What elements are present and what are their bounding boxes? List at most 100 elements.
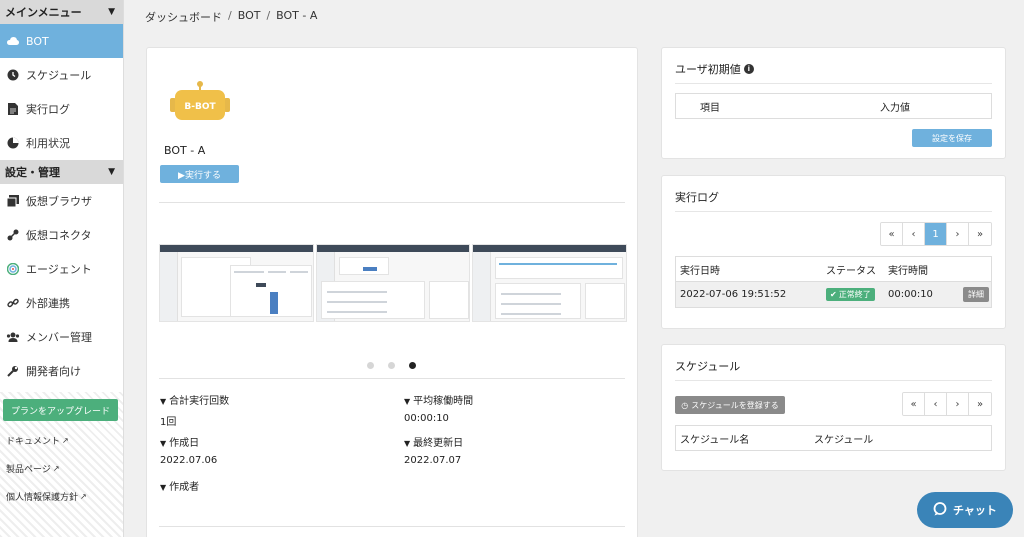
screenshot-carousel[interactable]	[159, 244, 628, 322]
column-header-date: 実行日時	[680, 265, 720, 277]
detail-button[interactable]: 詳細	[963, 287, 989, 302]
column-header-time: 実行時間	[888, 265, 928, 277]
column-header-item: 項目	[700, 102, 720, 114]
breadcrumb-dashboard[interactable]: ダッシュボード	[145, 9, 222, 25]
divider	[159, 378, 625, 379]
exec-log-pagination: « ‹ 1 › »	[880, 222, 992, 246]
check-circle-icon: ✔	[830, 290, 837, 299]
carousel-dot[interactable]	[367, 362, 374, 369]
bot-name: BOT - A	[164, 144, 206, 157]
breadcrumb-separator: /	[228, 9, 232, 22]
sidebar-item-label: メンバー管理	[26, 331, 92, 344]
status-badge: ✔ 正常終了	[826, 288, 875, 301]
register-schedule-label: スケジュールを登録する	[691, 400, 779, 410]
save-settings-button[interactable]: 設定を保存	[912, 129, 992, 147]
sidebar-section-settings-label: 設定・管理	[5, 166, 60, 179]
bot-logo-text: B-BOT	[184, 102, 216, 112]
pager-page-button[interactable]: 1	[925, 223, 947, 245]
run-bot-button[interactable]: ▶実行する	[160, 165, 239, 183]
stat-avg-time: ▼ 平均稼働時間 00:00:10	[404, 392, 473, 424]
connector-icon	[6, 228, 20, 242]
pager-first-button[interactable]: «	[881, 223, 903, 245]
caret-down-icon: ▼	[404, 397, 411, 406]
pager-last-button[interactable]: »	[969, 393, 991, 415]
divider	[159, 526, 625, 527]
sidebar-section-main[interactable]: メインメニュー ▼	[0, 0, 123, 24]
info-icon[interactable]: i	[743, 64, 754, 74]
sidebar-item-agent[interactable]: エージェント	[0, 252, 123, 286]
sidebar-item-members[interactable]: メンバー管理	[0, 320, 123, 354]
sidebar-section-settings[interactable]: 設定・管理 ▼	[0, 160, 123, 184]
privacy-policy-link[interactable]: 個人情報保護方針 ↗	[6, 490, 87, 503]
upgrade-plan-button[interactable]: プランをアップグレード	[3, 399, 118, 421]
user-defaults-panel: ユーザ初期値 i 項目 入力値 設定を保存	[661, 47, 1006, 159]
sidebar-item-virtual-browser[interactable]: 仮想ブラウザ	[0, 184, 123, 218]
chat-button[interactable]: チャット	[917, 492, 1013, 528]
log-time: 00:00:10	[888, 289, 933, 300]
carousel-slide	[472, 244, 628, 322]
carousel-dot-active[interactable]	[409, 362, 416, 369]
chat-label: チャット	[953, 504, 997, 517]
stat-created-value: 2022.07.06	[160, 455, 218, 466]
schedule-table: スケジュール名 スケジュール	[675, 425, 992, 451]
pager-first-button[interactable]: «	[903, 393, 925, 415]
stat-total-runs-label: 合計実行回数	[169, 396, 230, 407]
agent-icon	[6, 262, 20, 276]
status-badge-label: 正常終了	[838, 290, 871, 299]
product-page-link[interactable]: 製品ページ ↗	[6, 462, 60, 475]
exec-log-table: 実行日時 ステータス 実行時間 2022-07-06 19:51:52 ✔ 正常…	[675, 256, 992, 308]
column-header-schedule: スケジュール	[814, 434, 874, 446]
caret-down-icon: ▼	[160, 397, 167, 406]
external-link-icon: ↗	[62, 436, 69, 445]
sidebar-item-usage[interactable]: 利用状況	[0, 126, 123, 160]
sidebar-item-label: 外部連携	[26, 297, 70, 310]
sidebar-item-label: スケジュール	[26, 69, 92, 82]
schedule-title: スケジュール	[675, 360, 741, 373]
sidebar-item-label: 利用状況	[26, 137, 70, 150]
stat-created-label: 作成日	[169, 438, 200, 449]
users-icon	[6, 330, 20, 344]
sidebar-item-label: 開発者向け	[26, 365, 81, 378]
cloud-icon	[6, 34, 20, 48]
divider	[159, 202, 625, 203]
pager-prev-button[interactable]: ‹	[925, 393, 947, 415]
breadcrumb-current: BOT - A	[276, 9, 318, 22]
pager-next-button[interactable]: ›	[947, 223, 969, 245]
sidebar-item-exec-log[interactable]: 実行ログ	[0, 92, 123, 126]
stat-updated-value: 2022.07.07	[404, 455, 462, 466]
privacy-policy-link-label: 個人情報保護方針	[6, 493, 79, 503]
sidebar-item-label: 実行ログ	[26, 103, 70, 116]
exec-log-title: 実行ログ	[675, 191, 719, 204]
stat-avg-time-label: 平均稼働時間	[413, 396, 474, 407]
carousel-indicators	[367, 362, 416, 369]
breadcrumb-bot[interactable]: BOT	[238, 9, 261, 25]
sidebar-item-integration[interactable]: 外部連携	[0, 286, 123, 320]
caret-down-icon: ▼	[160, 483, 167, 492]
documents-link-label: ドキュメント	[6, 437, 61, 447]
bot-logo: B-BOT	[170, 81, 230, 125]
chevron-down-icon: ▼	[108, 7, 115, 17]
sidebar-footer: プランをアップグレード ドキュメント ↗ 製品ページ ↗ 個人情報保護方針 ↗	[0, 392, 123, 537]
sidebar-item-label: 仮想ブラウザ	[26, 195, 92, 208]
pager-next-button[interactable]: ›	[947, 393, 969, 415]
pager-last-button[interactable]: »	[969, 223, 991, 245]
sidebar-item-bot[interactable]: BOT	[0, 24, 123, 58]
sidebar-item-label: 仮想コネクタ	[26, 229, 92, 242]
sidebar: メインメニュー ▼ BOT スケジュール 実行ログ 利用状況 設定・管理 ▼ 仮…	[0, 0, 124, 537]
stat-total-runs: ▼ 合計実行回数 1回	[160, 392, 229, 428]
breadcrumb-separator: /	[266, 9, 271, 22]
table-row[interactable]: 2022-07-06 19:51:52 ✔ 正常終了 00:00:10 詳細	[676, 281, 991, 307]
link-icon	[6, 296, 20, 310]
register-schedule-button[interactable]: ◷ スケジュールを登録する	[675, 396, 785, 414]
column-header-status: ステータス	[826, 265, 876, 277]
user-defaults-table: 項目 入力値	[675, 93, 992, 119]
stat-total-runs-value: 1回	[160, 417, 177, 428]
sidebar-item-schedule[interactable]: スケジュール	[0, 58, 123, 92]
clock-icon	[6, 68, 20, 82]
sidebar-item-virtual-connector[interactable]: 仮想コネクタ	[0, 218, 123, 252]
sidebar-item-developers[interactable]: 開発者向け	[0, 354, 123, 388]
caret-down-icon: ▼	[160, 439, 167, 448]
pager-prev-button[interactable]: ‹	[903, 223, 925, 245]
documents-link[interactable]: ドキュメント ↗	[6, 434, 69, 447]
carousel-dot[interactable]	[388, 362, 395, 369]
